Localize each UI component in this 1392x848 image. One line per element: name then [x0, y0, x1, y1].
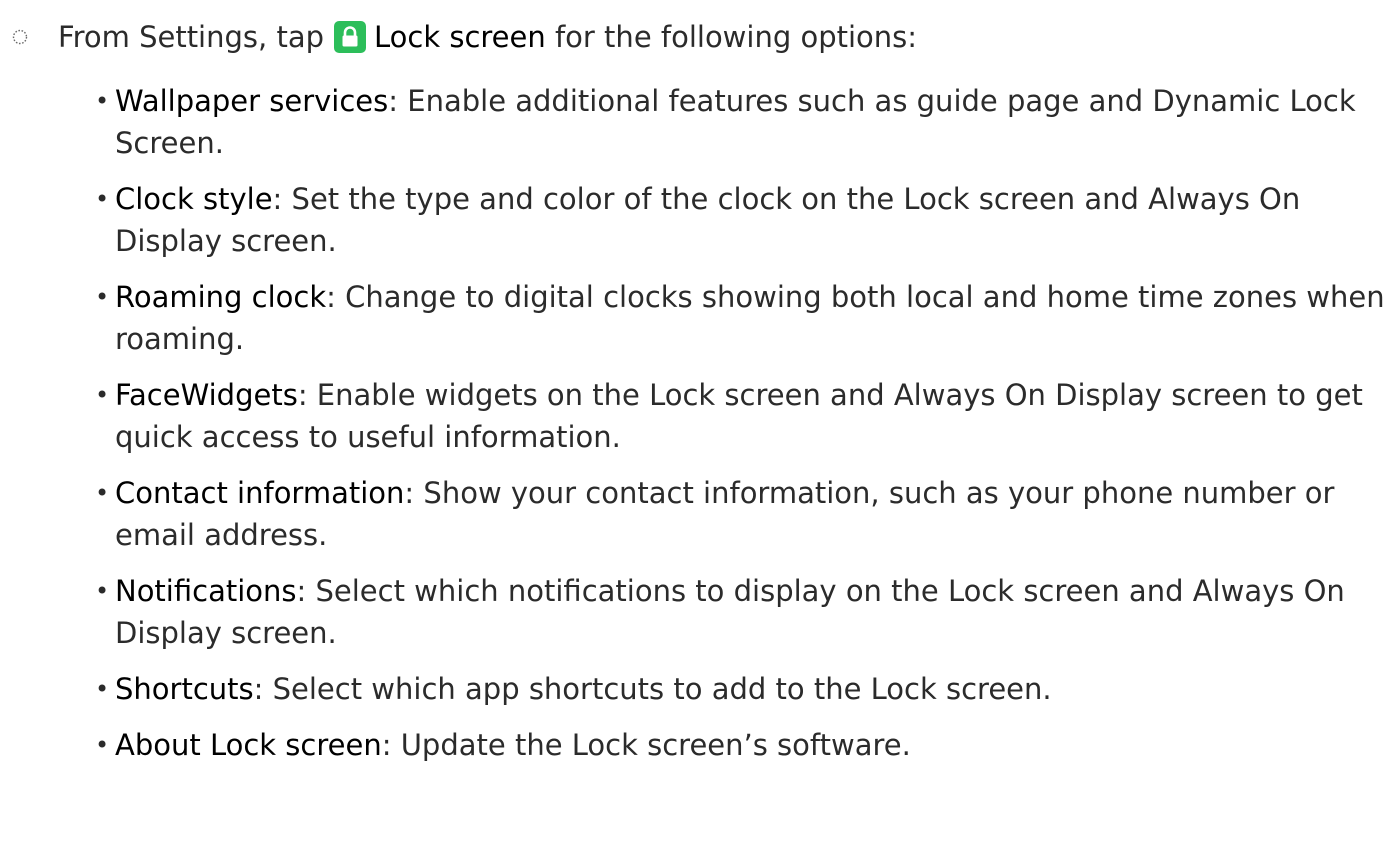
option-term: Wallpaper services	[115, 84, 389, 118]
intro-line: From Settings, tap Lock screen for the f…	[10, 12, 917, 62]
option-term: Roaming clock	[115, 280, 327, 314]
option-term: Shortcuts	[115, 672, 254, 706]
list-item-contact-information: • Contact information: Show your contact…	[95, 472, 1385, 556]
bullet: •	[95, 675, 110, 703]
list-item-facewidgets: • FaceWidgets: Enable widgets on the Loc…	[95, 374, 1385, 458]
option-term: About Lock screen	[115, 728, 382, 762]
bullet: •	[95, 479, 110, 507]
option-desc: : Select which notifications to display …	[115, 574, 1345, 650]
intro-text: From Settings, tap Lock screen for the f…	[58, 20, 917, 55]
step-circle-icon	[12, 29, 28, 45]
list-item-clock-style: • Clock style: Set the type and color of…	[95, 178, 1385, 262]
bullet: •	[95, 283, 110, 311]
list-item-roaming-clock: • Roaming clock: Change to digital clock…	[95, 276, 1385, 360]
intro-prefix: From Settings, tap	[58, 19, 324, 54]
list-item-notifications: • Notifications: Select which notificati…	[95, 570, 1385, 654]
option-desc: : Select which app shortcuts to add to t…	[253, 672, 1052, 706]
list-item-wallpaper-services: • Wallpaper services: Enable additional …	[95, 80, 1385, 164]
bullet: •	[95, 185, 110, 213]
option-desc: : Update the Lock screen’s software.	[381, 728, 911, 762]
bullet: •	[95, 381, 110, 409]
option-term: Clock style	[115, 182, 273, 216]
options-list: • Wallpaper services: Enable additional …	[95, 80, 1385, 780]
option-desc: : Set the type and color of the clock on…	[115, 182, 1301, 258]
list-item-shortcuts: • Shortcuts: Select which app shortcuts …	[95, 668, 1385, 710]
option-term: Notifications	[115, 574, 297, 608]
lock-icon	[334, 20, 366, 53]
intro-suffix: for the following options:	[554, 19, 918, 54]
lock-screen-label: Lock screen	[374, 19, 546, 54]
option-term: FaceWidgets	[115, 378, 298, 412]
bullet: •	[95, 87, 110, 115]
bullet: •	[95, 577, 110, 605]
bullet: •	[95, 731, 110, 759]
option-term: Contact information	[115, 476, 405, 510]
list-item-about-lock-screen: • About Lock screen: Update the Lock scr…	[95, 724, 1385, 766]
option-desc: : Enable widgets on the Lock screen and …	[115, 378, 1363, 454]
